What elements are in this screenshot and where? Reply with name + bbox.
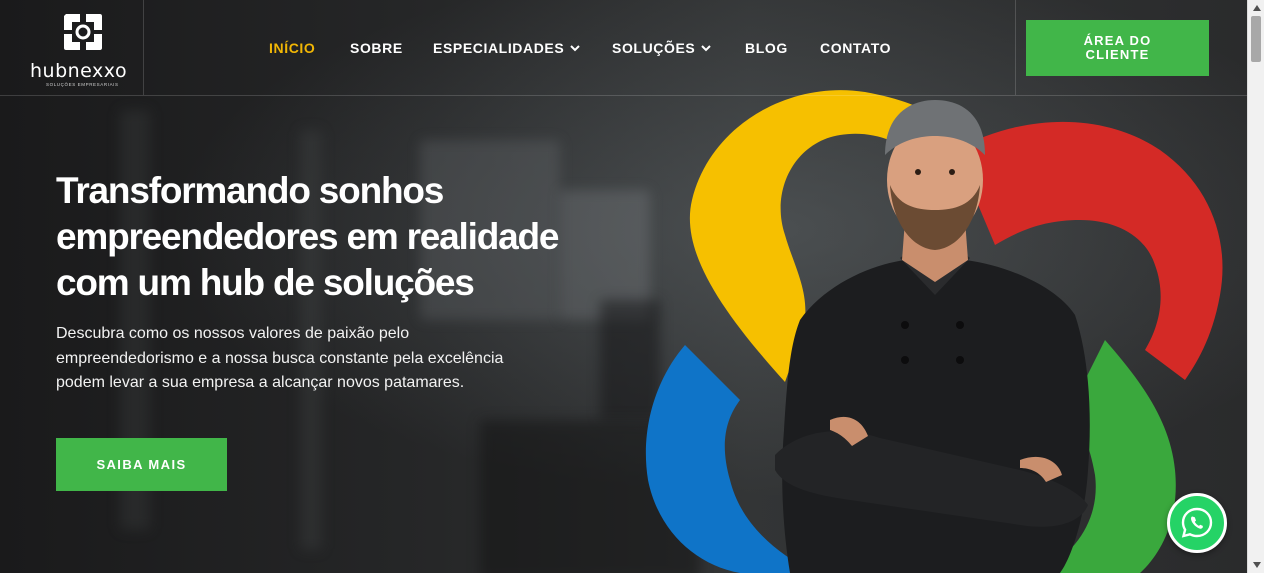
saiba-mais-button[interactable]: SAIBA MAIS <box>56 438 227 491</box>
nav-item-label: INÍCIO <box>269 40 316 56</box>
nav-item-solucoes[interactable]: SOLUÇÕES <box>612 40 712 56</box>
site-header: hubnexxo SOLUÇÕES EMPRESARIAIS INÍCIO SO… <box>0 0 1247 96</box>
scroll-down-arrow[interactable] <box>1248 557 1264 573</box>
hero-description: Descubra como os nossos valores de paixã… <box>56 325 504 391</box>
page-scrollbar[interactable] <box>1247 0 1264 573</box>
nav-item-sobre[interactable]: SOBRE <box>350 40 403 56</box>
hubnexxo-logo-icon <box>64 14 102 50</box>
nav-item-especialidades[interactable]: ESPECIALIDADES <box>433 40 581 56</box>
logo-tagline: SOLUÇÕES EMPRESARIAIS <box>46 82 119 87</box>
nav-item-contato[interactable]: CONTATO <box>820 40 891 56</box>
person-eye <box>915 169 921 175</box>
client-area-button-label: ÁREA DO CLIENTE <box>1083 33 1152 62</box>
nav-item-label: ESPECIALIDADES <box>433 40 565 56</box>
jacket-button <box>901 356 909 364</box>
nav-item-label: CONTATO <box>820 40 892 56</box>
whatsapp-icon <box>1181 507 1213 538</box>
nav-item-label: SOLUÇÕES <box>612 40 696 56</box>
nav-item-label: SOBRE <box>350 40 403 56</box>
whatsapp-button[interactable] <box>1167 493 1227 553</box>
logo-link[interactable]: hubnexxo SOLUÇÕES EMPRESARIAIS <box>0 0 144 95</box>
jacket-button <box>956 356 964 364</box>
person-eye <box>949 169 955 175</box>
page: hubnexxo SOLUÇÕES EMPRESARIAIS INÍCIO SO… <box>0 0 1247 573</box>
nav-item-label: BLOG <box>745 40 788 56</box>
saiba-mais-button-label: SAIBA MAIS <box>96 457 187 472</box>
hero-title: Transformando sonhos empreendedores em r… <box>56 170 559 303</box>
scroll-up-arrow[interactable] <box>1248 0 1264 16</box>
hero-artwork <box>645 90 1223 573</box>
chevron-down-icon <box>570 45 581 52</box>
logo-wordmark: hubnexxo <box>30 60 128 82</box>
scrollbar-thumb[interactable] <box>1251 16 1261 62</box>
nav-item-blog[interactable]: BLOG <box>745 40 788 56</box>
nav-item-inicio[interactable]: INÍCIO <box>269 40 315 56</box>
jacket-button <box>901 321 909 329</box>
chevron-down-icon <box>701 45 712 52</box>
jacket-button <box>956 321 964 329</box>
client-area-button[interactable]: ÁREA DO CLIENTE <box>1026 20 1209 76</box>
